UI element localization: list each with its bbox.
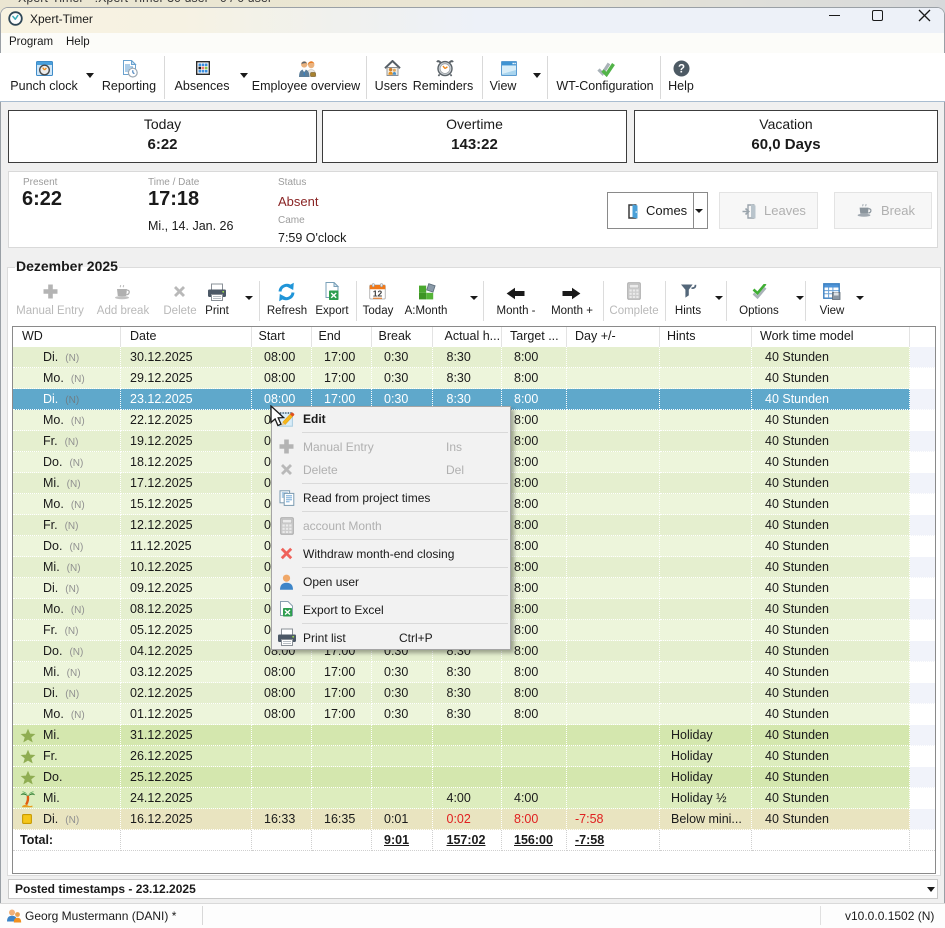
svg-text:?: ? [678,64,685,76]
svg-text:12: 12 [373,289,383,299]
